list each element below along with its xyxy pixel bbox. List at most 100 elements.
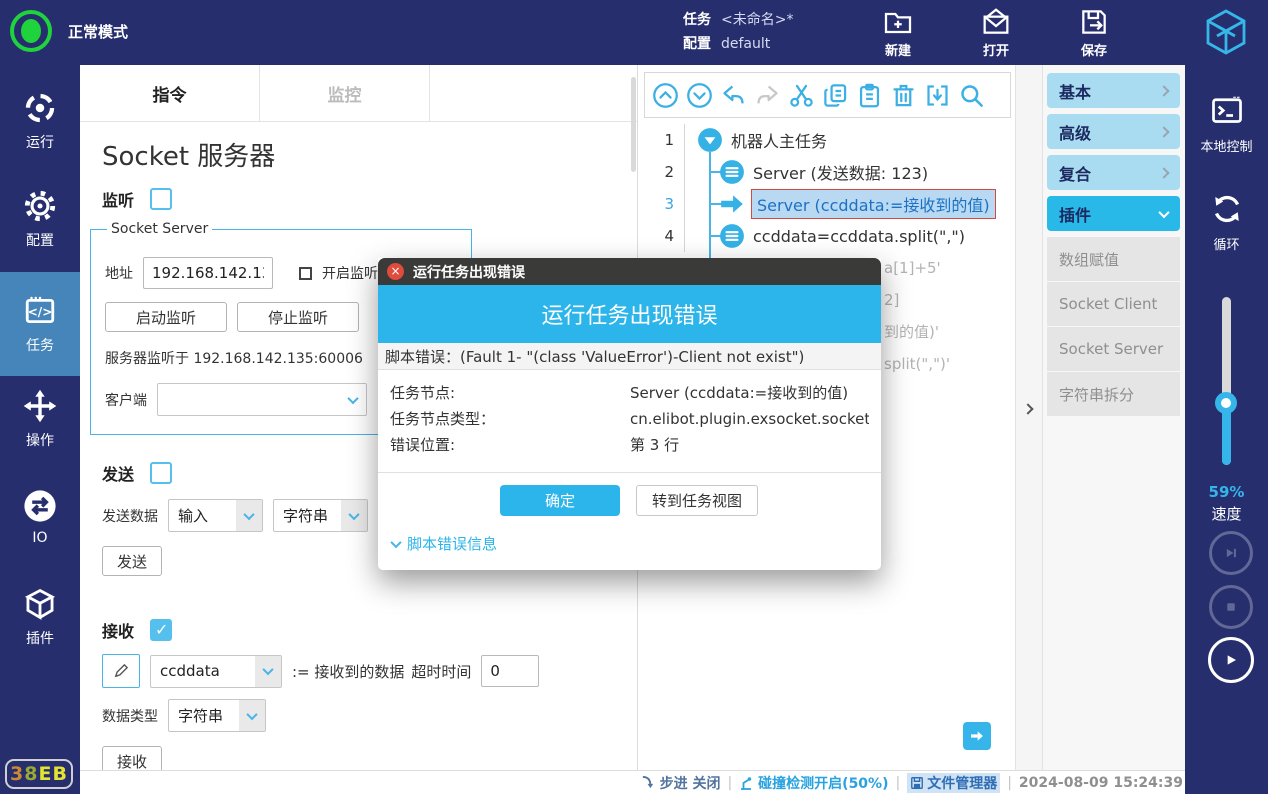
collision-indicator[interactable]: 碰撞检测开启(50%): [739, 773, 888, 793]
right-sidebar: 本地控制 循环 59% 速度: [1185, 65, 1268, 794]
sidebar-item-task[interactable]: </> 任务: [0, 272, 80, 376]
receive-label: 接收: [102, 618, 134, 642]
palette-item-array-assign[interactable]: 数组赋值: [1047, 237, 1180, 281]
loop-button[interactable]: 循环: [1185, 191, 1268, 253]
delete-icon[interactable]: [890, 82, 917, 109]
send-checkbox[interactable]: [150, 462, 172, 484]
send-source-select[interactable]: 输入: [168, 499, 263, 532]
chevron-down-icon: [255, 656, 281, 687]
error-detail-row: 错误位置: 第 3 行: [390, 432, 869, 458]
tab-instruction[interactable]: 指令: [80, 65, 260, 121]
play-icon: [1221, 650, 1241, 670]
insert-icon[interactable]: [924, 82, 951, 109]
step-mode-indicator[interactable]: 步进 关闭: [641, 773, 721, 793]
palette-item-socket-server[interactable]: Socket Server: [1047, 327, 1180, 371]
dialog-title-bar[interactable]: × 运行任务出现错误: [378, 258, 881, 285]
tab-monitor[interactable]: 监控: [260, 65, 430, 121]
edit-variable-button[interactable]: [102, 654, 140, 688]
new-task-button[interactable]: 新建: [870, 6, 926, 59]
search-icon[interactable]: [958, 82, 985, 109]
cut-icon[interactable]: [788, 82, 815, 109]
palette-section-basic[interactable]: 基本: [1047, 73, 1180, 108]
jump-to-line-button[interactable]: [963, 722, 991, 750]
task-info: 任务<未命名>* 配置default: [683, 8, 793, 56]
address-input[interactable]: [143, 257, 273, 289]
execution-pointer-icon: [719, 191, 745, 217]
stop-icon: [1222, 598, 1240, 616]
status-bar: 步进 关闭 | 碰撞检测开启(50%) | 文件管理器 | 2024-08-09…: [80, 770, 1185, 794]
stop-button[interactable]: [1209, 585, 1253, 629]
receive-variable-select[interactable]: ccddata: [150, 655, 282, 688]
palette-section-plugin[interactable]: 插件: [1047, 196, 1180, 231]
paste-icon[interactable]: [856, 82, 883, 109]
ok-button[interactable]: 确定: [500, 485, 620, 516]
speed-slider[interactable]: [1222, 297, 1231, 465]
open-task-button[interactable]: 打开: [968, 6, 1024, 59]
sidebar-item-run[interactable]: 运行: [0, 89, 80, 153]
palette-item-socket-client[interactable]: Socket Client: [1047, 282, 1180, 326]
script-error-detail-link[interactable]: 脚本错误信息: [392, 533, 881, 554]
tree-row-selected[interactable]: 3 Server (ccddata:=接收到的值): [638, 188, 1015, 220]
tree-row-fragment: a[1]+5': [884, 252, 941, 284]
client-select[interactable]: [157, 383, 367, 416]
error-detail-row: 任务节点类型： cn.elibot.plugin.exsocket.socket…: [390, 406, 869, 432]
dialog-header: 运行任务出现错误: [378, 285, 881, 343]
palette-item-string-split[interactable]: 字符串拆分: [1047, 372, 1180, 416]
listen-label: 监听: [102, 187, 134, 211]
config-name: default: [721, 36, 770, 52]
client-label: 客户端: [105, 390, 147, 410]
goto-task-view-button[interactable]: 转到任务视图: [636, 485, 758, 516]
send-button[interactable]: 发送: [102, 546, 162, 576]
file-manager-icon: [910, 776, 924, 790]
redo-icon[interactable]: [754, 82, 781, 109]
send-type-select[interactable]: 字符串: [273, 499, 368, 532]
play-button[interactable]: [1208, 637, 1254, 683]
timeout-input[interactable]: [481, 655, 539, 687]
step-button[interactable]: [1209, 531, 1253, 575]
tab-bar: 指令 监控: [80, 65, 637, 122]
undo-icon[interactable]: [720, 82, 747, 109]
listen-checkbox[interactable]: [150, 188, 172, 210]
expanded-node-icon[interactable]: [697, 127, 723, 153]
close-icon[interactable]: ×: [387, 263, 404, 280]
local-control-button[interactable]: 本地控制: [1185, 93, 1268, 155]
stop-listen-button[interactable]: 停止监听: [237, 302, 359, 332]
step-forward-icon: [1221, 543, 1241, 563]
vertical-scrollbar[interactable]: [631, 77, 636, 172]
chevron-down-icon: [341, 500, 367, 531]
datatype-select[interactable]: 字符串: [168, 699, 266, 732]
dialog-title: 运行任务出现错误: [413, 262, 525, 282]
brand-logo: [1202, 8, 1250, 60]
pencil-icon: [112, 662, 130, 680]
tree-row-root[interactable]: 1 机器人主任务: [638, 124, 1015, 156]
copy-icon[interactable]: [822, 82, 849, 109]
send-label: 发送: [102, 461, 134, 485]
listen-toggle-checkbox[interactable]: [299, 267, 312, 280]
sidebar-item-io[interactable]: IO: [0, 485, 80, 549]
open-envelope-icon: [980, 6, 1012, 38]
expand-down-icon[interactable]: [686, 82, 713, 109]
sidebar-item-plugin[interactable]: 插件: [0, 585, 80, 649]
mode-label: 正常模式: [68, 21, 128, 42]
sidebar-item-config[interactable]: 配置: [0, 187, 80, 251]
panel-collapse-handle[interactable]: [1015, 65, 1043, 770]
speed-slider-thumb[interactable]: [1215, 392, 1237, 414]
gear-icon: [23, 189, 57, 223]
file-manager-button[interactable]: 文件管理器: [907, 773, 1000, 793]
collapse-up-icon[interactable]: [652, 82, 679, 109]
palette-section-compound[interactable]: 复合: [1047, 155, 1180, 190]
sidebar-item-jog[interactable]: 操作: [0, 387, 80, 451]
start-listen-button[interactable]: 启动监听: [105, 302, 227, 332]
chevron-down-icon: [1158, 206, 1169, 217]
tree-row[interactable]: 2 Server (发送数据: 123): [638, 156, 1015, 188]
step-arrow-icon: [641, 775, 656, 790]
speed-readout: 59% 速度: [1185, 483, 1268, 524]
save-task-button[interactable]: 保存: [1066, 6, 1122, 59]
receive-checkbox[interactable]: [150, 619, 172, 641]
loop-icon: [1209, 191, 1245, 227]
top-bar: 正常模式 任务<未命名>* 配置default 新建 打开 保存: [0, 0, 1268, 65]
tree-row[interactable]: 4 ccddata=ccddata.split(","): [638, 220, 1015, 252]
palette-section-advanced[interactable]: 高级: [1047, 114, 1180, 149]
chevron-down-icon: [340, 384, 366, 415]
app-window: 正常模式 任务<未命名>* 配置default 新建 打开 保存: [0, 0, 1268, 794]
